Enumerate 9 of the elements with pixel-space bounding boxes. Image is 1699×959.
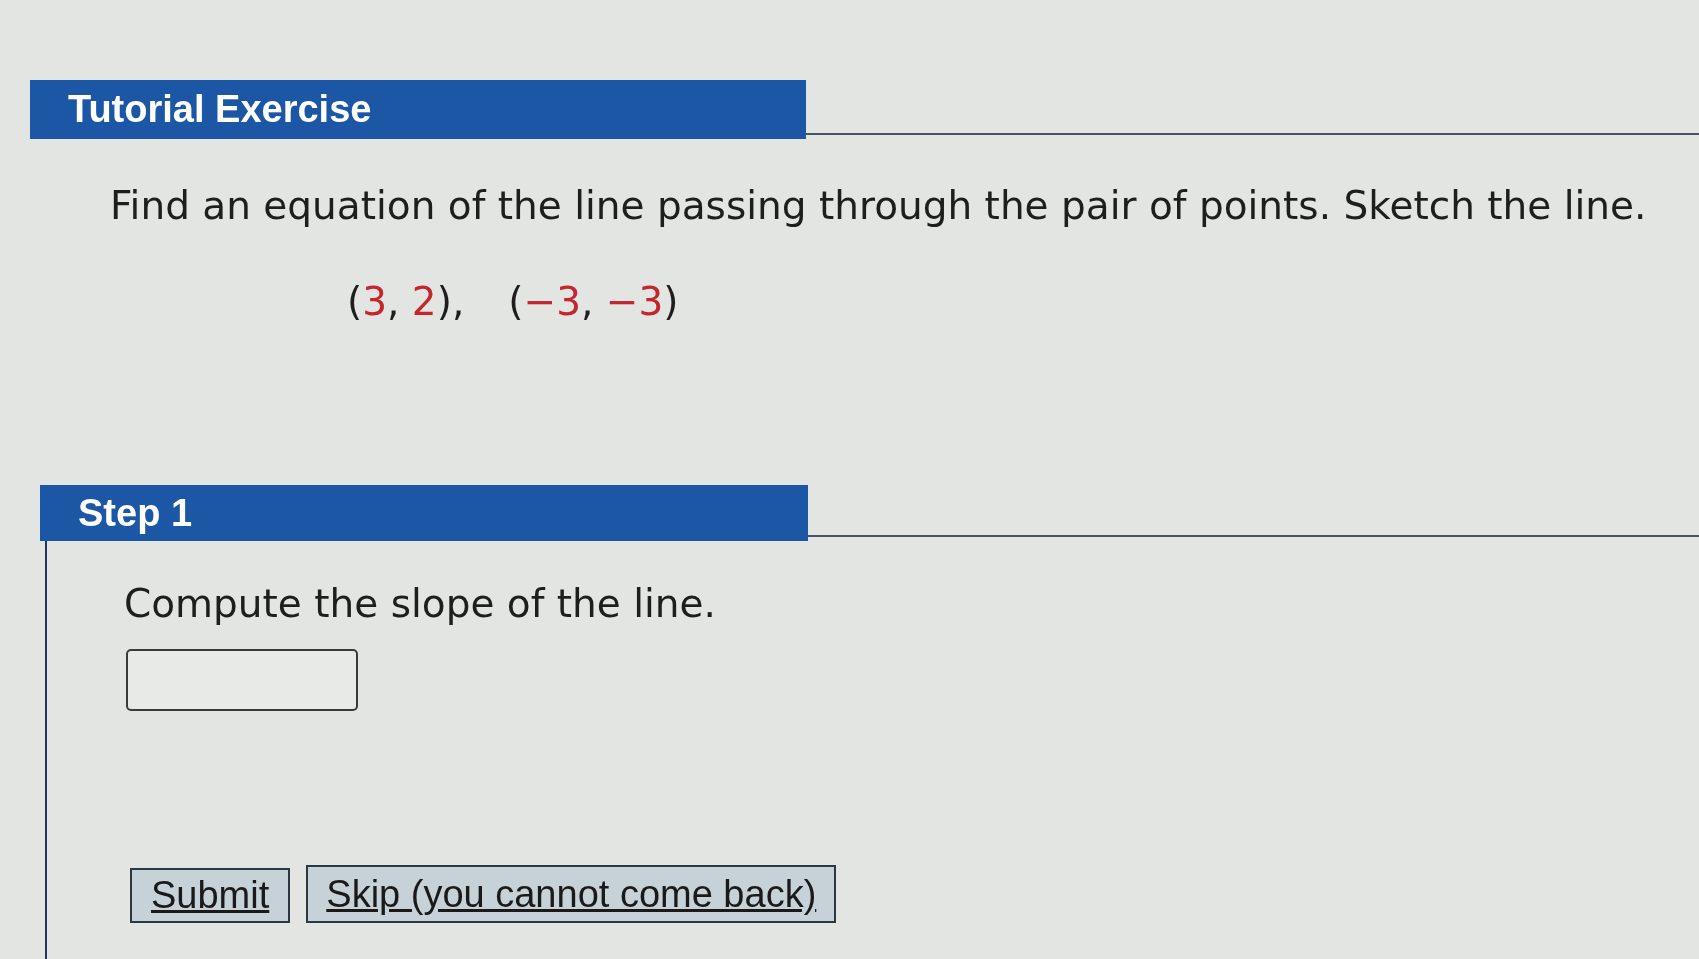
skip-button[interactable]: Skip (you cannot come back) — [306, 865, 837, 923]
submit-button[interactable]: Submit — [130, 868, 291, 923]
answer-field[interactable] — [126, 649, 358, 711]
section-header: Tutorial Exercise — [30, 80, 806, 139]
coordinate-pair: (−3, −3) — [508, 279, 679, 325]
coordinate-pair: (3, 2), — [347, 279, 465, 325]
instruction-text: Compute the slope of the line. — [124, 581, 716, 627]
problem-text: Find an equation of the line passing through the pair of points. Sketch the line. — [110, 183, 1648, 229]
step-header: Step 1 — [40, 485, 808, 541]
